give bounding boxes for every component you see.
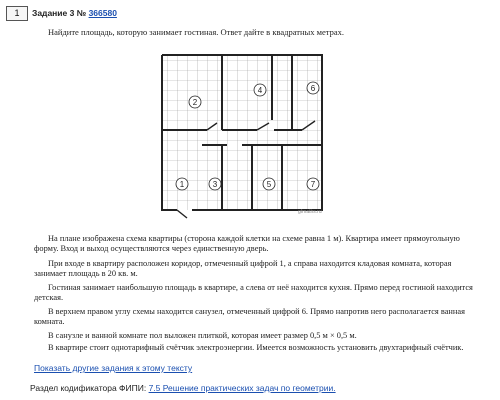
room-6-label: 6 — [306, 81, 320, 95]
room-4-label: 4 — [253, 83, 267, 97]
svg-text:7: 7 — [311, 180, 316, 189]
codifier-line: Раздел кодификатора ФИПИ: 7.5 Решение пр… — [30, 383, 336, 393]
svg-text:4: 4 — [258, 86, 263, 95]
show-other-tasks-link[interactable]: Показать другие задания к этому тексту — [34, 363, 192, 373]
paragraph-5: В санузле и ванной комнате пол выложен п… — [48, 331, 357, 340]
paragraph-1: На плане изображена схема квартиры (стор… — [34, 234, 460, 253]
task-question: Найдите площадь, которую занимает гостин… — [48, 27, 344, 37]
paragraph-6: В квартире стоит однотарифный счётчик эл… — [48, 343, 464, 352]
room-2-label: 2 — [188, 95, 202, 109]
svg-text:6: 6 — [311, 84, 316, 93]
svg-text:3: 3 — [213, 180, 218, 189]
paragraph-3: Гостиная занимает наибольшую площадь в к… — [34, 283, 473, 302]
codifier-link[interactable]: 7.5 Решение практических задач по геомет… — [149, 383, 336, 393]
codifier-label: Раздел кодификатора ФИПИ: — [30, 383, 147, 393]
room-5-label: 5 — [262, 177, 276, 191]
task-title: Задание 3 № 366580 — [32, 8, 117, 18]
task-number-badge: 1 — [6, 6, 28, 21]
room-labels-layer: 2 4 6 1 3 5 7 — [175, 81, 320, 191]
paragraph-2: При входе в квартиру расположен коридор,… — [34, 259, 452, 278]
task-title-prefix: Задание 3 № — [32, 8, 87, 18]
paragraph-4: В верхнем правом углу схемы находится са… — [34, 307, 465, 326]
svg-text:5: 5 — [267, 180, 272, 189]
room-3-label: 3 — [208, 177, 222, 191]
room-7-label: 7 — [306, 177, 320, 191]
svg-text:2: 2 — [193, 98, 198, 107]
plan-credit: gfmaths.ru — [298, 209, 322, 215]
room-1-label: 1 — [175, 177, 189, 191]
task-id-link[interactable]: 366580 — [89, 8, 117, 18]
svg-text:1: 1 — [180, 180, 185, 189]
